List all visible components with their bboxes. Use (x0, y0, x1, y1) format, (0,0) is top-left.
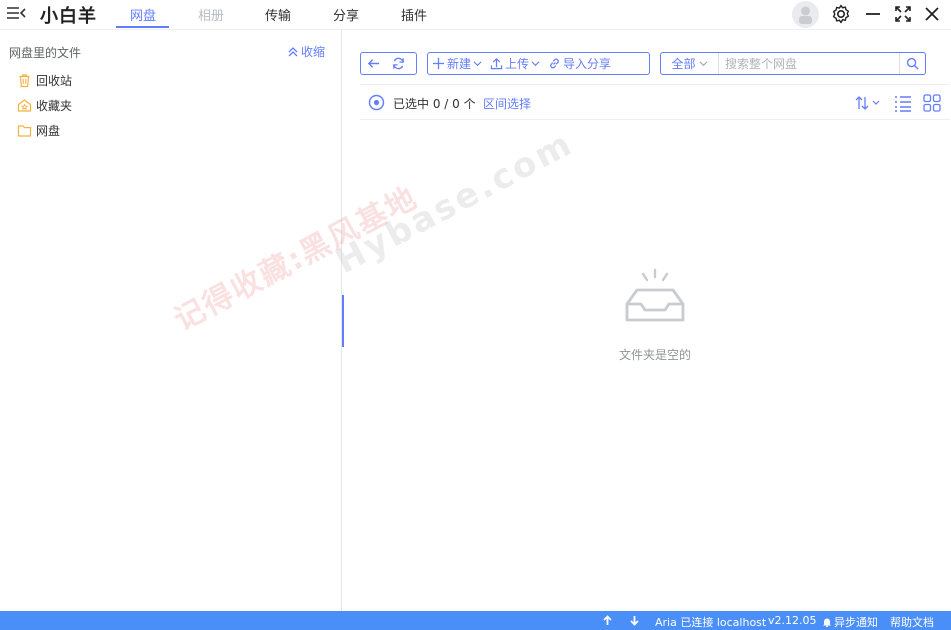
refresh-button[interactable] (386, 53, 411, 74)
watermark-text-en: Hybase.com (329, 123, 581, 282)
sidebar: 网盘里的文件 收缩 回收站 收藏夹 网盘 (0, 30, 342, 611)
selection-count: 已选中 0 / 0 个 (393, 97, 476, 111)
list-view-icon[interactable] (893, 93, 913, 113)
search-input[interactable] (719, 53, 899, 74)
nav-button-group (360, 52, 417, 75)
folder-icon (17, 124, 32, 137)
active-tab-indicator (116, 26, 169, 28)
title-bar: 小白羊 网盘 相册 传输 分享 插件 (0, 0, 951, 30)
search-scope-select[interactable]: 全部 (661, 53, 719, 74)
new-button[interactable]: 新建 (428, 53, 486, 74)
download-speed-icon[interactable] (629, 615, 640, 626)
collapse-label: 收缩 (300, 45, 325, 59)
search-scope-label: 全部 (671, 57, 696, 71)
version-label[interactable]: v2.12.05 (768, 614, 817, 627)
sidebar-item-label: 网盘 (36, 123, 61, 138)
empty-inbox-icon (625, 268, 685, 322)
avatar[interactable] (792, 1, 819, 28)
refresh-icon (393, 57, 404, 70)
sidebar-item-label: 回收站 (36, 73, 73, 88)
tab-plugins[interactable]: 插件 (401, 5, 427, 24)
arrow-left-icon (367, 59, 380, 68)
maximize-icon[interactable] (891, 2, 915, 26)
range-select-link[interactable]: 区间选择 (483, 95, 531, 112)
new-label: 新建 (447, 57, 472, 71)
import-share-label: 导入分享 (563, 57, 612, 71)
menu-collapse-icon[interactable] (4, 3, 26, 23)
tab-netdisk[interactable]: 网盘 (130, 5, 156, 24)
grid-view-icon[interactable] (922, 93, 942, 113)
upload-button[interactable]: 上传 (486, 53, 544, 74)
tab-share[interactable]: 分享 (333, 5, 359, 24)
chevron-down-icon (473, 61, 482, 67)
chevron-double-up-icon (288, 46, 298, 56)
app-window: 小白羊 网盘 相册 传输 分享 插件 网盘里的文件 收缩 回收站 收藏夹 网盘 … (0, 0, 951, 630)
aria-status[interactable]: Aria 已连接 localhost (655, 614, 766, 630)
upload-label: 上传 (505, 57, 530, 71)
help-docs-link[interactable]: 帮助文档 (890, 614, 934, 630)
upload-speed-icon[interactable] (602, 615, 613, 626)
settings-gear-icon[interactable] (829, 2, 853, 26)
selection-bar: 已选中 0 / 0 个 区间选择 (360, 84, 950, 120)
action-button-group: 新建 上传 导入分享 (427, 52, 650, 75)
bell-icon (823, 618, 831, 627)
search-button[interactable] (899, 53, 925, 74)
empty-state: 文件夹是空的 (600, 268, 710, 363)
back-button[interactable] (361, 53, 386, 74)
link-icon (550, 58, 559, 69)
chevron-down-icon (531, 61, 540, 67)
status-bar: Aria 已连接 localhost v2.12.05 异步通知 帮助文档 (0, 611, 951, 630)
select-all-icon[interactable] (368, 94, 385, 111)
app-title: 小白羊 (40, 6, 97, 27)
minimize-icon[interactable] (861, 2, 885, 26)
upload-icon (490, 58, 503, 70)
close-icon[interactable] (920, 2, 944, 26)
empty-folder-text: 文件夹是空的 (618, 348, 691, 362)
collapse-button[interactable]: 收缩 (287, 43, 325, 60)
search-icon (906, 57, 919, 70)
sidebar-item-favorites[interactable]: 收藏夹 (17, 95, 72, 115)
tab-album[interactable]: 相册 (198, 5, 224, 24)
async-notify-label: 异步通知 (834, 616, 878, 629)
search-box: 全部 (660, 52, 926, 75)
star-folder-icon (17, 98, 32, 112)
tab-transfer[interactable]: 传输 (265, 5, 291, 24)
import-share-button[interactable]: 导入分享 (544, 53, 615, 74)
sidebar-item-label: 收藏夹 (36, 98, 73, 113)
async-notify-button[interactable]: 异步通知 (822, 614, 878, 630)
sort-icon[interactable] (853, 93, 883, 113)
plus-icon (432, 57, 445, 70)
chevron-down-icon (699, 61, 707, 67)
user-icon (799, 6, 812, 24)
sidebar-item-netdisk[interactable]: 网盘 (17, 120, 60, 140)
sidebar-item-trash[interactable]: 回收站 (17, 70, 72, 90)
sidebar-resize-handle[interactable] (342, 295, 344, 347)
trash-icon (19, 73, 30, 87)
sidebar-header: 网盘里的文件 (9, 46, 82, 60)
